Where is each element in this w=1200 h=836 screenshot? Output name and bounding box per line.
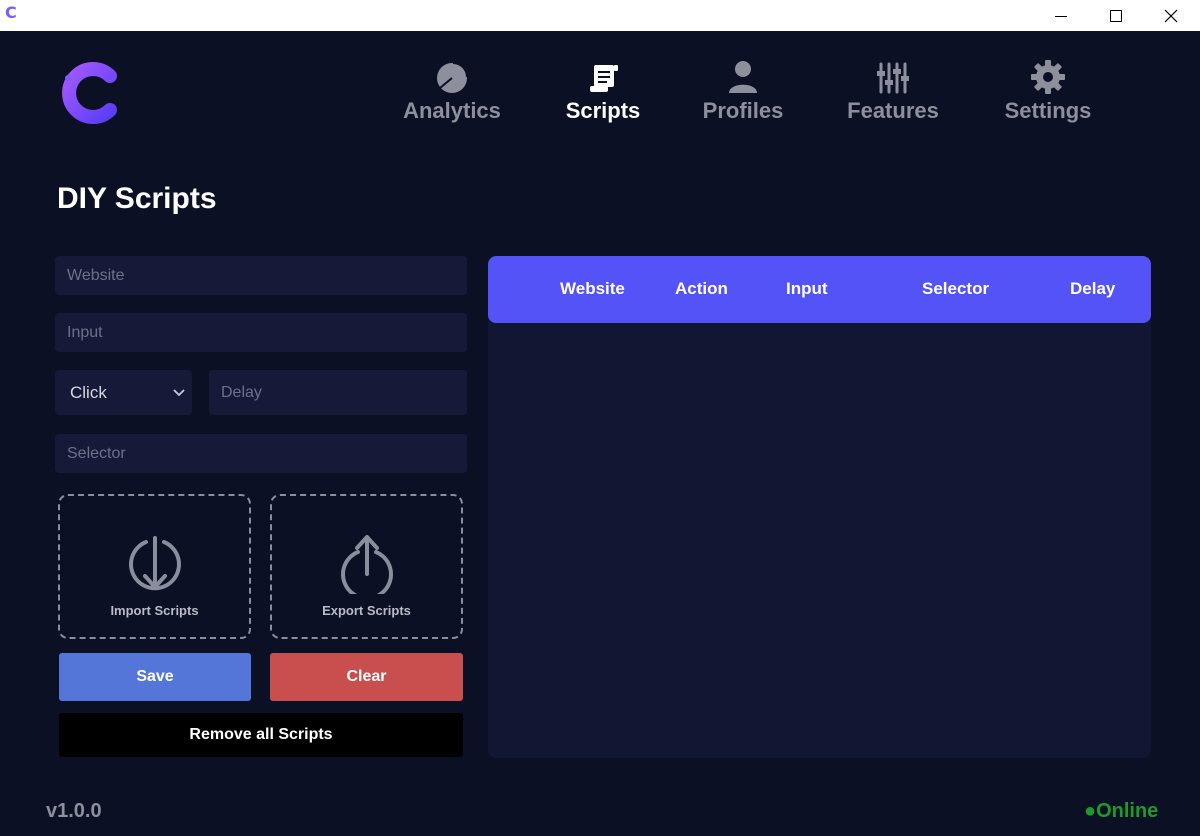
nav-scripts[interactable]: Scripts: [560, 58, 646, 130]
export-scripts-label: Export Scripts: [322, 603, 411, 618]
pie-chart-icon: [437, 62, 468, 93]
website-input[interactable]: [55, 256, 467, 295]
app-logo: [58, 60, 124, 126]
nav-scripts-label: Scripts: [565, 98, 641, 123]
import-scripts-label: Import Scripts: [110, 603, 199, 618]
chevron-down-icon: [173, 388, 185, 396]
upload-icon: [340, 535, 393, 601]
column-header-action: Action: [675, 279, 728, 298]
export-scripts-dropzone[interactable]: Export Scripts: [270, 494, 463, 639]
column-header-input: Input: [786, 279, 828, 298]
nav-analytics[interactable]: Analytics: [398, 58, 506, 130]
nav-settings[interactable]: Settings: [1000, 58, 1096, 130]
logo-icon: [62, 62, 117, 124]
maximize-icon: [1110, 9, 1122, 22]
nav-features-label: Features: [847, 98, 939, 123]
user-icon: [729, 61, 757, 93]
download-icon: [128, 536, 181, 591]
nav-profiles[interactable]: Profiles: [700, 58, 786, 130]
maximize-button[interactable]: [1093, 0, 1139, 31]
action-select-value: Click: [70, 382, 107, 402]
scroll-icon: [590, 65, 618, 92]
status-badge: ●Online: [1084, 800, 1159, 822]
scripts-table: Website Action Input Selector Delay: [488, 256, 1151, 758]
version-label: v1.0.0: [46, 800, 102, 822]
nav-settings-label: Settings: [1004, 98, 1092, 123]
nav-analytics-label: Analytics: [403, 98, 501, 123]
column-header-selector: Selector: [922, 279, 990, 298]
page-title: DIY Scripts: [57, 182, 217, 215]
minimize-icon: [1055, 15, 1067, 17]
sliders-icon: [877, 62, 909, 94]
nav-features[interactable]: Features: [842, 58, 944, 130]
action-select[interactable]: Click: [55, 370, 192, 415]
nav-profiles-label: Profiles: [702, 98, 784, 123]
gear-icon: [1031, 60, 1065, 94]
import-scripts-dropzone[interactable]: Import Scripts: [58, 494, 251, 639]
window-titlebar: C: [0, 0, 1200, 31]
app-icon: C: [5, 3, 17, 22]
table-header: Website Action Input Selector Delay: [488, 256, 1151, 323]
minimize-button[interactable]: [1038, 0, 1084, 31]
delay-input[interactable]: [209, 370, 467, 415]
input-field[interactable]: [55, 313, 467, 352]
remove-all-scripts-button[interactable]: Remove all Scripts: [59, 713, 463, 757]
clear-button[interactable]: Clear: [270, 653, 463, 701]
close-button[interactable]: [1148, 0, 1194, 31]
selector-input[interactable]: [55, 434, 467, 473]
save-button[interactable]: Save: [59, 653, 251, 701]
close-icon: [1164, 9, 1178, 22]
column-header-delay: Delay: [1070, 279, 1116, 298]
column-header-website: Website: [560, 279, 625, 298]
